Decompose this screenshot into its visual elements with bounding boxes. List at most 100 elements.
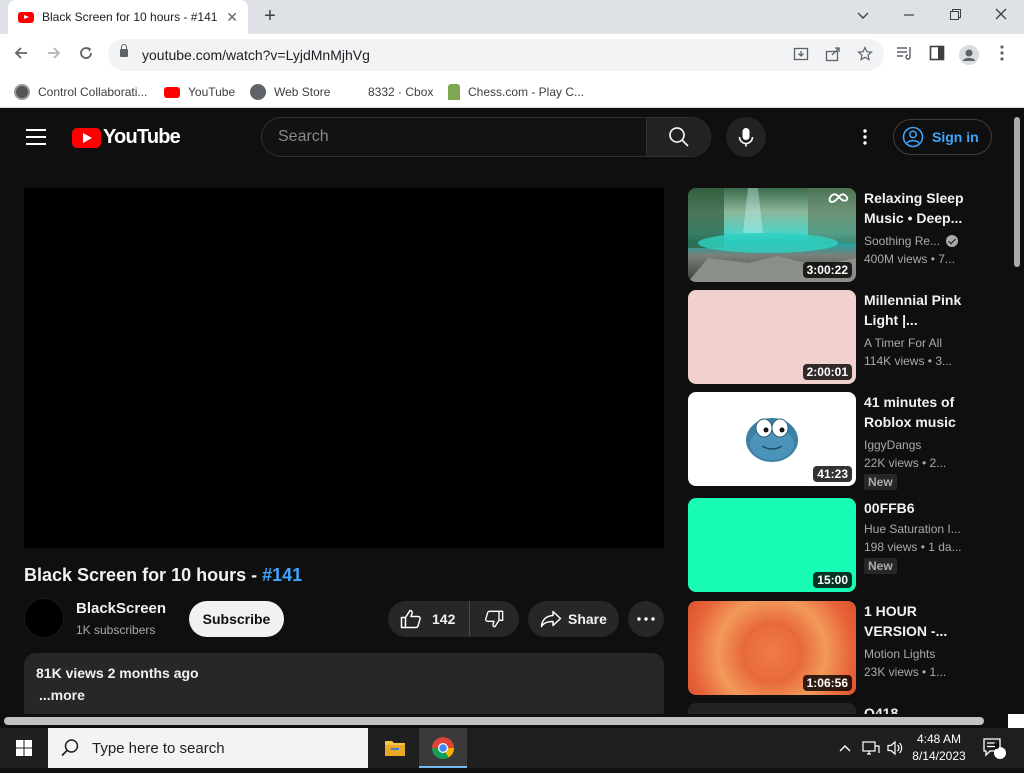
more-horizontal-icon <box>637 617 655 621</box>
related-channel[interactable]: Motion Lights <box>864 647 935 661</box>
vertical-scrollbar[interactable] <box>1010 109 1024 714</box>
youtube-play-logo-icon <box>72 127 101 148</box>
share-page-icon[interactable] <box>824 46 842 64</box>
forward-arrow-icon <box>48 47 61 59</box>
channel-name[interactable]: BlackScreen <box>76 600 166 617</box>
related-thumbnail[interactable]: 3:00:22 <box>688 188 856 282</box>
voice-search-button[interactable] <box>726 117 766 157</box>
subscribe-button[interactable]: Subscribe <box>189 601 284 637</box>
youtube-icon <box>164 86 180 98</box>
horizontal-scrollbar[interactable] <box>0 714 1024 728</box>
description-more-link[interactable]: ...more <box>39 687 652 703</box>
related-video-item[interactable]: 3:00:22 Relaxing Sleep Music • Deep... S… <box>688 188 988 282</box>
address-bar[interactable]: youtube.com/watch?v=LyjdMnMjhVg <box>108 39 884 71</box>
reading-list-icon[interactable] <box>895 45 915 65</box>
related-channel[interactable]: Hue Saturation I... <box>864 522 961 536</box>
account-circle-icon <box>902 126 924 148</box>
related-thumbnail[interactable]: 1:06:56 <box>688 601 856 695</box>
reload-button[interactable] <box>73 42 99 68</box>
show-hidden-icons-chevron[interactable] <box>838 728 852 768</box>
system-clock[interactable]: 4:48 AM 8/14/2023 <box>905 731 973 765</box>
like-button[interactable]: 142 <box>388 601 471 637</box>
related-channel[interactable]: IggyDangs <box>864 438 921 452</box>
channel-avatar[interactable] <box>24 598 64 638</box>
more-actions-button[interactable] <box>628 601 664 637</box>
related-video-item[interactable]: 2:00:01 Millennial Pink Light |... A Tim… <box>688 290 988 384</box>
network-icon[interactable] <box>862 728 880 768</box>
related-thumbnail[interactable] <box>688 703 856 714</box>
related-video-item[interactable]: 41:23 41 minutes of Roblox music IggyDan… <box>688 392 988 490</box>
vertical-scroll-thumb[interactable] <box>1014 117 1020 267</box>
video-duration: 1:06:56 <box>802 675 852 691</box>
bookmark-star-icon[interactable] <box>856 46 874 64</box>
bookmark-chess[interactable]: Chess.com - Play C... <box>448 82 584 102</box>
start-button[interactable] <box>0 728 48 768</box>
related-title[interactable]: Millennial Pink Light |... <box>864 290 974 330</box>
file-explorer-icon <box>385 741 405 756</box>
close-window-icon[interactable] <box>978 0 1024 30</box>
bookmark-youtube[interactable]: YouTube <box>164 82 235 102</box>
video-player[interactable] <box>24 188 664 548</box>
related-thumbnail[interactable]: 15:00 <box>688 498 856 592</box>
related-thumbnail[interactable]: 2:00:01 <box>688 290 856 384</box>
related-video-item[interactable]: 15:00 00FFB6 Hue Saturation I... 198 vie… <box>688 498 988 592</box>
dislike-button[interactable] <box>470 601 518 637</box>
install-app-icon[interactable] <box>792 46 810 64</box>
related-meta: 114K views • 3... <box>864 354 953 368</box>
verified-check-icon <box>946 235 959 247</box>
chrome-app[interactable] <box>419 728 467 768</box>
tab-search-chevron-icon[interactable] <box>840 0 886 30</box>
related-title[interactable]: 00FFB6 <box>864 498 974 518</box>
search-box <box>261 117 711 157</box>
related-channel[interactable]: Soothing Re... <box>864 234 959 248</box>
thumbs-up-icon <box>400 609 421 629</box>
new-tab-button[interactable]: + <box>258 4 282 28</box>
video-title: Black Screen for 10 hours - #141 <box>24 565 303 585</box>
related-channel[interactable]: A Timer For All <box>864 336 942 350</box>
restore-window-icon[interactable] <box>932 0 978 30</box>
settings-more-icon[interactable] <box>855 127 875 147</box>
address-url[interactable]: youtube.com/watch?v=LyjdMnMjhVg <box>142 47 370 63</box>
side-panel-icon[interactable] <box>927 45 947 65</box>
browser-menu-icon[interactable] <box>992 45 1012 65</box>
file-explorer-app[interactable] <box>371 728 419 768</box>
back-arrow-icon <box>14 47 27 59</box>
video-hashtag-link[interactable]: #141 <box>262 565 302 585</box>
forward-button[interactable] <box>41 42 67 68</box>
youtube-logo[interactable]: YouTube <box>72 126 181 149</box>
web-store-icon <box>250 84 266 100</box>
related-video-item[interactable]: Q418 <box>688 703 988 714</box>
volume-icon[interactable] <box>886 728 904 768</box>
control-collaboration-icon <box>14 84 30 100</box>
tab-close-icon[interactable]: ✕ <box>226 9 238 26</box>
related-meta: 400M views • 7... <box>864 252 955 266</box>
lock-icon <box>120 44 128 57</box>
video-duration: 2:00:01 <box>802 364 852 380</box>
related-video-item[interactable]: 1:06:56 1 HOUR VERSION -... Motion Light… <box>688 601 988 695</box>
related-title[interactable]: Q418 <box>864 703 974 714</box>
related-title[interactable]: Relaxing Sleep Music • Deep... <box>864 188 974 228</box>
bookmark-web-store[interactable]: Web Store <box>250 82 330 102</box>
chess-icon <box>448 84 460 100</box>
search-button[interactable] <box>646 118 710 156</box>
bookmark-control-collaboration[interactable]: Control Collaborati... <box>14 82 147 102</box>
related-thumbnail[interactable]: 41:23 <box>688 392 856 486</box>
search-input[interactable] <box>262 118 648 156</box>
horizontal-scroll-thumb[interactable] <box>4 717 984 725</box>
related-title[interactable]: 1 HOUR VERSION -... <box>864 601 974 641</box>
clock-date: 8/14/2023 <box>912 749 966 763</box>
notification-center-button[interactable]: 9 <box>982 728 1008 768</box>
sign-in-button[interactable]: Sign in <box>893 119 992 155</box>
related-title[interactable]: 41 minutes of Roblox music <box>864 392 974 432</box>
profile-avatar-icon[interactable] <box>959 45 979 65</box>
taskbar-search-box[interactable]: Type here to search <box>48 728 368 768</box>
description-box[interactable]: 81K views 2 months ago ...more <box>24 653 664 714</box>
hamburger-menu-icon[interactable] <box>26 129 46 145</box>
bookmark-cbox[interactable]: 8332 · Cbox <box>344 82 433 102</box>
windows-taskbar: Type here to search 4:48 AM 8/14/2023 9 <box>0 728 1024 768</box>
minimize-window-icon[interactable] <box>886 0 932 30</box>
share-button[interactable]: Share <box>528 601 619 637</box>
back-button[interactable] <box>8 42 34 68</box>
browser-tab-active[interactable]: Black Screen for 10 hours - #141 ✕ <box>8 0 248 34</box>
tab-title: Black Screen for 10 hours - #141 <box>42 10 218 24</box>
